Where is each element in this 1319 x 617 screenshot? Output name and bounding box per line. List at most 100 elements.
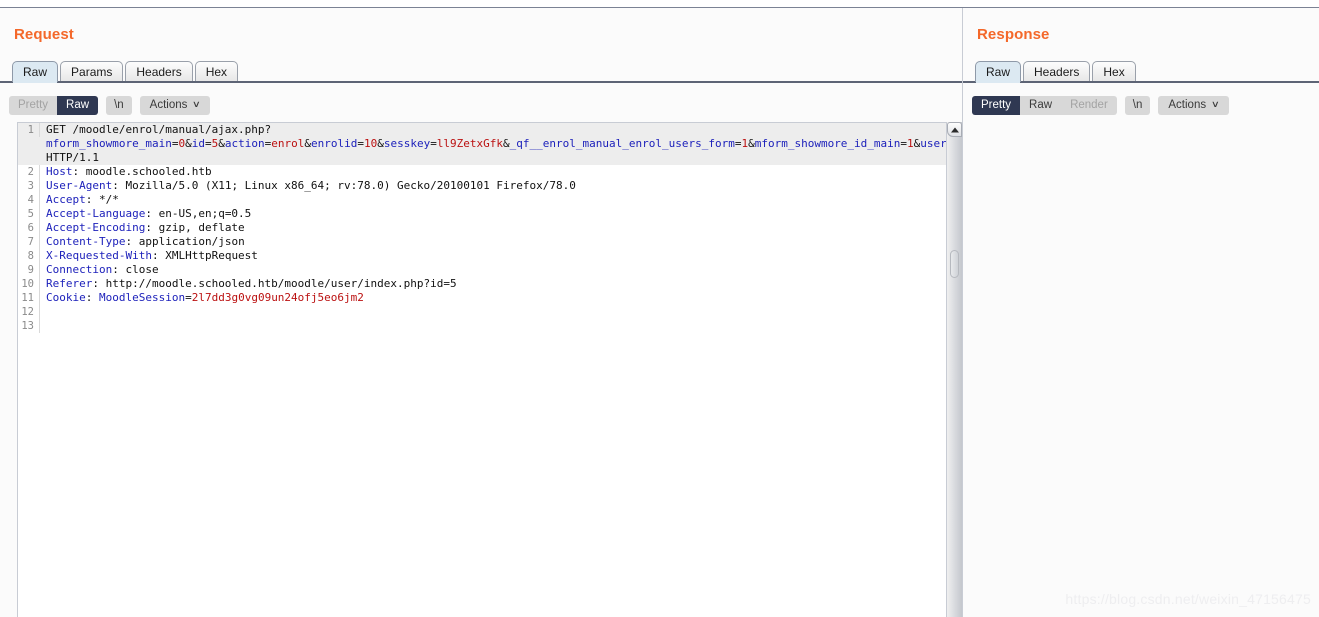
line-number: 4 xyxy=(18,193,40,207)
scrollbar-thumb[interactable] xyxy=(950,250,959,278)
code-line: 6 Accept-Encoding: gzip, deflate xyxy=(18,221,946,235)
line-number: 12 xyxy=(18,305,40,319)
request-actions-button[interactable]: Actions ∨ xyxy=(139,96,210,115)
response-panel-title: Response xyxy=(977,26,1050,43)
code-token: & xyxy=(748,137,755,150)
code-line-text[interactable]: Accept: */* xyxy=(40,193,946,207)
response-newline-button[interactable]: \n xyxy=(1124,96,1151,115)
code-line-text[interactable]: Cookie: MoodleSession=2l7dd3g0vg09un24of… xyxy=(40,291,946,305)
code-line: 2 Host: moodle.schooled.htb xyxy=(18,165,946,179)
code-line: 9 Connection: close xyxy=(18,263,946,277)
line-number: 5 xyxy=(18,207,40,221)
response-view-render-button: Render xyxy=(1061,96,1117,115)
response-actions-button[interactable]: Actions ∨ xyxy=(1158,96,1229,115)
code-token: : moodle.schooled.htb xyxy=(72,165,212,178)
line-number: 13 xyxy=(18,319,40,333)
code-token: X-Requested-With xyxy=(46,249,152,262)
active-tab-notch xyxy=(976,81,1020,83)
code-line: 8 X-Requested-With: XMLHttpRequest xyxy=(18,249,946,263)
code-token: & xyxy=(304,137,311,150)
code-token: Connection xyxy=(46,263,113,276)
code-line: 10 Referer: http://moodle.schooled.htb/mo… xyxy=(18,277,946,291)
code-line: 5 Accept-Language: en-US,en;q=0.5 xyxy=(18,207,946,221)
code-token: enrolid xyxy=(310,137,358,150)
code-token: = xyxy=(185,291,192,304)
scroll-up-arrow-icon[interactable] xyxy=(947,122,962,137)
code-line: 3 User-Agent: Mozilla/5.0 (X11; Linux x86… xyxy=(18,179,946,193)
request-newline-button[interactable]: \n xyxy=(106,96,132,115)
line-number: 7 xyxy=(18,235,40,249)
code-token: User-Agent xyxy=(46,179,113,192)
code-token: & xyxy=(218,137,225,150)
watermark-text: https://blog.csdn.net/weixin_47156475 xyxy=(1065,591,1311,607)
request-panel: Request Raw Params Headers Hex Pretty Raw \n… xyxy=(0,8,962,617)
request-view-pretty-button: Pretty xyxy=(9,96,58,115)
line-number: 9 xyxy=(18,263,40,277)
code-token: mform_showmore_id_main xyxy=(754,137,901,150)
code-token: GET /moodle/enrol/manual/ajax.php? xyxy=(46,123,272,136)
code-line: 4 Accept: */* xyxy=(18,193,946,207)
code-line-text[interactable]: Referer: http://moodle.schooled.htb/mood… xyxy=(40,277,946,291)
code-token: : en-US,en;q=0.5 xyxy=(145,207,252,220)
request-view-raw-button[interactable]: Raw xyxy=(57,96,99,115)
code-token: enrol xyxy=(271,137,305,150)
code-token: = xyxy=(430,137,437,150)
request-tab-params[interactable]: Params xyxy=(60,61,124,82)
response-tab-raw[interactable]: Raw xyxy=(975,61,1022,82)
code-token: : gzip, deflate xyxy=(145,221,245,234)
code-line: 13 xyxy=(18,319,946,333)
response-tab-headers[interactable]: Headers xyxy=(1023,61,1091,82)
code-line-text[interactable] xyxy=(40,305,946,319)
code-token: = xyxy=(357,137,364,150)
code-line: 11 Cookie: MoodleSession=2l7dd3g0vg09un24… xyxy=(18,291,946,305)
chevron-down-icon: ∨ xyxy=(192,99,202,109)
request-tab-headers[interactable]: Headers xyxy=(125,61,193,82)
code-token: Accept-Language xyxy=(46,207,146,220)
code-line-text[interactable]: User-Agent: Mozilla/5.0 (X11; Linux x86_… xyxy=(40,179,946,193)
request-tab-raw[interactable]: Raw xyxy=(12,61,59,82)
code-token: action xyxy=(224,137,265,150)
line-number: 10 xyxy=(18,277,40,291)
burp-repeater-screen: Request Raw Params Headers Hex Pretty Raw \n… xyxy=(0,0,1319,617)
request-code-editor[interactable]: 1 GET /moodle/enrol/manual/ajax.php? mform… xyxy=(17,122,946,617)
line-number: 8 xyxy=(18,249,40,263)
code-line-text[interactable]: Connection: close xyxy=(40,263,946,277)
code-token: Accept-Encoding xyxy=(46,221,146,234)
code-line-text[interactable] xyxy=(40,319,946,333)
request-tabstrip-underline xyxy=(0,81,962,83)
code-token: : http://moodle.schooled.htb/moodle/user… xyxy=(92,277,457,290)
request-vertical-scrollbar[interactable] xyxy=(946,122,962,617)
code-token: ll9ZetxGfk xyxy=(436,137,504,150)
code-token: Cookie xyxy=(46,291,86,304)
code-token: Accept xyxy=(46,193,86,206)
code-token: sesskey xyxy=(383,137,431,150)
line-number: 1 xyxy=(18,123,40,137)
code-line-text[interactable]: Host: moodle.schooled.htb xyxy=(40,165,946,179)
line-number: 2 xyxy=(18,165,40,179)
code-token: & xyxy=(503,137,510,150)
response-actions-label: Actions xyxy=(1168,99,1207,111)
code-token: _qf__enrol_manual_enrol_users_form xyxy=(509,137,735,150)
response-toolbar: Pretty Raw Render \n Actions ∨ xyxy=(972,96,1229,115)
code-token: & xyxy=(377,137,384,150)
response-tab-hex[interactable]: Hex xyxy=(1092,61,1136,82)
code-line-text[interactable]: Accept-Encoding: gzip, deflate xyxy=(40,221,946,235)
code-token: id xyxy=(191,137,205,150)
code-token: : application/json xyxy=(125,235,245,248)
code-line-text[interactable]: X-Requested-With: XMLHttpRequest xyxy=(40,249,946,263)
request-tab-hex[interactable]: Hex xyxy=(194,61,239,82)
code-token: : */* xyxy=(85,193,119,206)
code-line-text[interactable]: GET /moodle/enrol/manual/ajax.php? mform_… xyxy=(40,123,946,165)
response-view-pretty-button[interactable]: Pretty xyxy=(972,96,1021,115)
code-token: Referer xyxy=(46,277,93,290)
code-token: : Mozilla/5.0 (X11; Linux x86_64; rv:78.… xyxy=(112,179,576,192)
code-line-text[interactable]: Accept-Language: en-US,en;q=0.5 xyxy=(40,207,946,221)
code-token: userlist%5B%5D xyxy=(920,137,946,150)
code-token: 1 xyxy=(907,137,914,150)
response-view-raw-button[interactable]: Raw xyxy=(1020,96,1062,115)
request-toolbar: Pretty Raw \n Actions ∨ xyxy=(9,96,210,115)
chevron-down-icon: ∨ xyxy=(1210,99,1220,109)
code-line-text[interactable]: Content-Type: application/json xyxy=(40,235,946,249)
code-line: 12 xyxy=(18,305,946,319)
response-tabstrip: Raw Headers Hex xyxy=(975,59,1138,82)
